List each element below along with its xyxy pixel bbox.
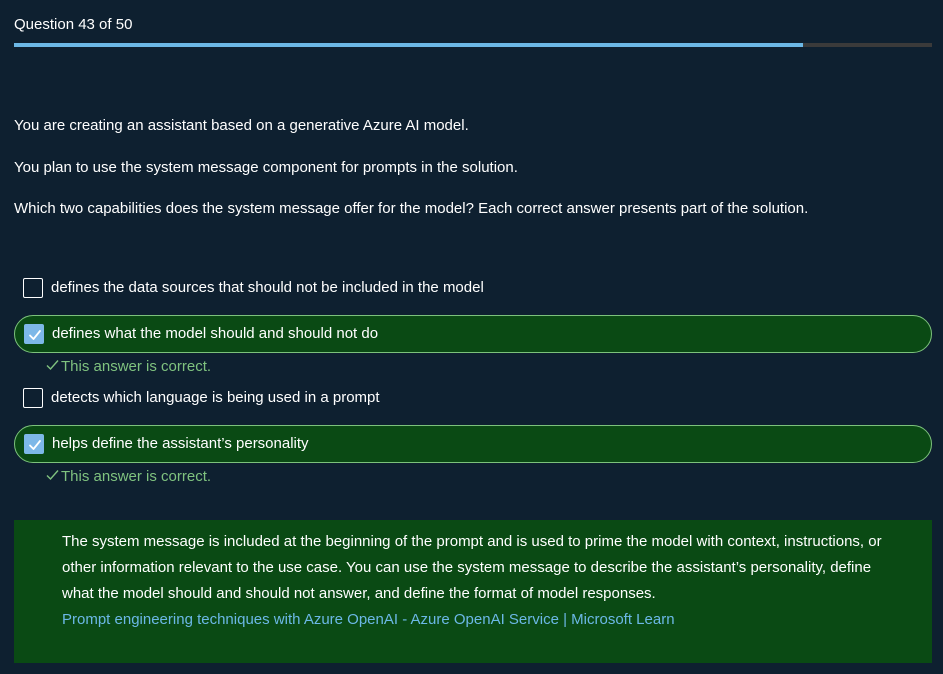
question-line: You plan to use the system message compo… [14, 159, 518, 176]
checkbox[interactable] [23, 278, 43, 298]
option-label: defines the data sources that should not… [51, 279, 484, 296]
checkbox[interactable] [24, 324, 44, 344]
answer-option[interactable]: defines what the model should and should… [14, 315, 932, 353]
question-line: You are creating an assistant based on a… [14, 117, 469, 134]
checkbox[interactable] [23, 388, 43, 408]
checkbox[interactable] [24, 434, 44, 454]
progress-bar [14, 43, 932, 47]
check-icon [29, 330, 41, 340]
explanation-text: The system message is included at the be… [62, 533, 882, 602]
check-icon [46, 357, 59, 377]
feedback-text: This answer is correct. [61, 358, 212, 375]
option-label: helps define the assistant’s personality [52, 435, 309, 452]
answer-feedback: This answer is correct. [46, 357, 211, 377]
question-line: Which two capabilities does the system m… [14, 200, 809, 217]
answer-option[interactable]: helps define the assistant’s personality [14, 425, 932, 463]
answer-option[interactable]: defines the data sources that should not… [14, 269, 932, 307]
option-label: defines what the model should and should… [52, 325, 379, 342]
answer-option[interactable]: detects which language is being used in … [14, 379, 932, 417]
check-icon [46, 467, 59, 487]
question-counter: Question 43 of 50 [14, 16, 133, 33]
answer-feedback: This answer is correct. [46, 467, 211, 487]
check-icon [29, 440, 41, 450]
feedback-text: This answer is correct. [61, 468, 212, 485]
reference-link[interactable]: Prompt engineering techniques with Azure… [62, 607, 892, 633]
option-label: detects which language is being used in … [51, 389, 380, 406]
progress-bar-fill [14, 43, 804, 47]
explanation-panel: The system message is included at the be… [14, 520, 932, 663]
